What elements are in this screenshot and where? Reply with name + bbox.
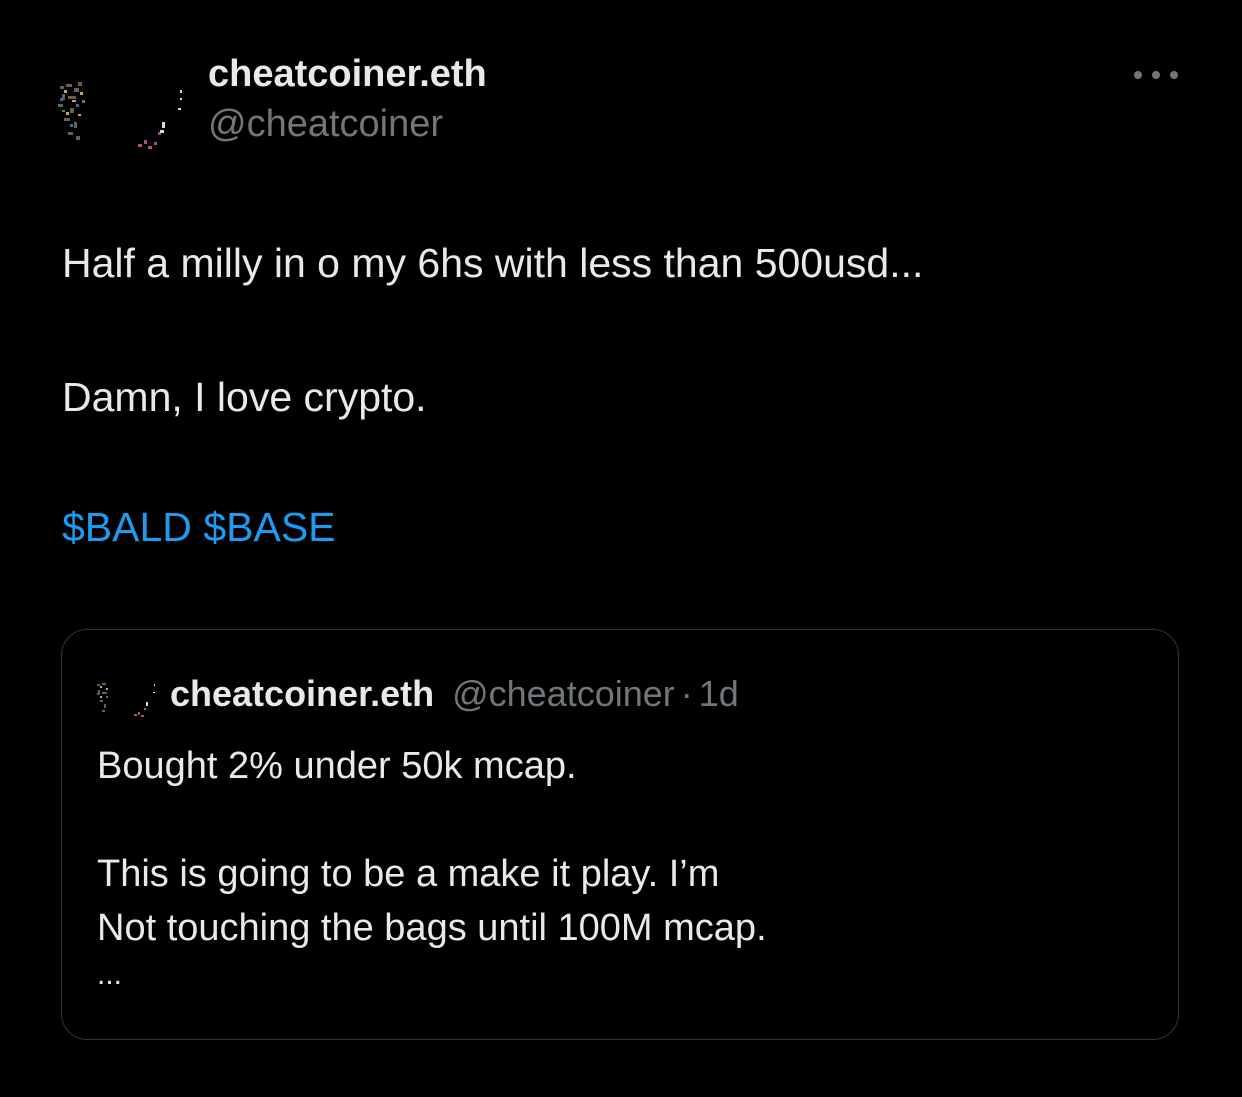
tweet-text-line: Half a milly in o my 6hs with less than … <box>62 240 924 286</box>
quoted-author-avatar <box>94 680 158 724</box>
tweet-text-line: Damn, I love crypto. <box>62 374 427 420</box>
quoted-author-display-name: cheatcoiner.eth <box>170 673 435 714</box>
separator-dot: · <box>680 673 693 714</box>
quoted-tweet-text-line: Bought 2% under 50k mcap. <box>97 745 577 787</box>
quoted-tweet-ellipsis: ... <box>97 958 123 991</box>
cashtag-link[interactable]: $BASE <box>203 504 335 550</box>
avatar-image <box>97 683 155 717</box>
more-horizontal-icon <box>1134 71 1178 79</box>
avatar-image <box>58 82 182 149</box>
quoted-author-handle: @cheatcoiner <box>452 673 675 714</box>
quoted-tweet-header: cheatcoiner.eth @cheatcoiner · 1d <box>170 672 739 716</box>
tweet: cheatcoiner.eth @cheatcoiner Half a mill… <box>0 0 1242 1097</box>
cashtag-link[interactable]: $BALD <box>62 504 192 550</box>
author-handle[interactable]: @cheatcoiner <box>208 102 443 146</box>
cashtag-list: $BALD $BASE <box>62 502 336 552</box>
quoted-tweet-text-line: Not touching the bags until 100M mcap. <box>97 907 767 949</box>
quoted-tweet-timestamp: 1d <box>698 673 739 714</box>
author-display-name[interactable]: cheatcoiner.eth <box>208 52 487 96</box>
more-options-button[interactable] <box>1126 58 1186 92</box>
author-avatar[interactable] <box>54 74 190 164</box>
quoted-tweet-card[interactable]: cheatcoiner.eth @cheatcoiner · 1d Bought 2… <box>61 629 1179 1040</box>
quoted-tweet-text-line: This is going to be a make it play. I’m <box>97 853 720 895</box>
